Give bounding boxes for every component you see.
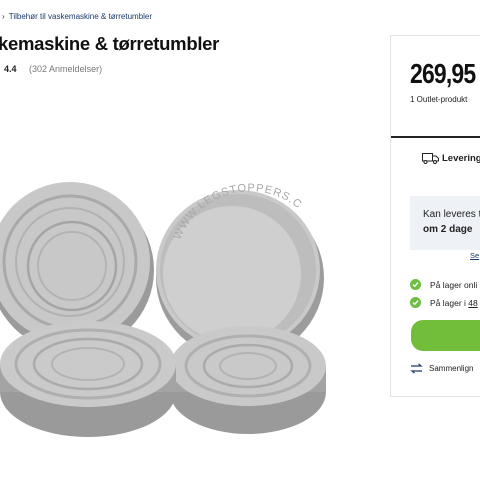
compare-label: Sammenlign — [429, 364, 474, 373]
stock-stores-count-link[interactable]: 48 — [468, 298, 477, 308]
breadcrumb-link[interactable]: Tilbehør til vaskemaskine & tørretumbler — [9, 12, 152, 21]
check-icon — [410, 297, 421, 308]
price: 269,95 — [410, 58, 476, 89]
stock-stores-prefix: På lager i — [430, 297, 466, 308]
delivery-info-box: Kan leveres t om 2 dage — [410, 196, 480, 250]
see-more-link[interactable]: Se — [470, 251, 479, 260]
add-to-cart-button[interactable] — [411, 320, 480, 351]
truck-icon — [422, 153, 439, 164]
review-count[interactable]: (302 Anmeldelser) — [29, 64, 102, 74]
delivery-tab[interactable]: Levering — [422, 153, 480, 164]
stock-online-text: På lager onli — [430, 279, 478, 290]
compare-icon — [410, 363, 423, 374]
product-rating[interactable]: 4.4 (302 Anmeldelser) — [4, 64, 102, 74]
breadcrumb-separator: › — [2, 12, 5, 21]
stock-stores: På lager i 48 — [410, 297, 478, 308]
divider — [391, 136, 480, 138]
buy-box: 269,95 1 Outlet-produkt Levering Kan lev… — [390, 35, 480, 397]
product-title: kemaskine & tørretumbler — [0, 33, 220, 54]
compare-toggle[interactable]: Sammenlign — [410, 363, 473, 374]
delivery-info-line1: Kan leveres t — [423, 209, 480, 220]
rating-score: 4.4 — [4, 64, 17, 74]
stock-online: På lager onli — [410, 279, 477, 290]
delivery-info-line2: om 2 dage — [423, 224, 473, 235]
product-image[interactable]: WWW.LEGSTOPPERS.COM — [0, 170, 330, 440]
breadcrumb: › Tilbehør til vaskemaskine & tørretumbl… — [0, 12, 152, 21]
outlet-link[interactable]: 1 Outlet-produkt — [410, 95, 467, 104]
stock-stores-text: På lager i 48 — [430, 298, 478, 308]
delivery-label: Levering — [442, 153, 480, 164]
check-icon — [410, 279, 421, 290]
